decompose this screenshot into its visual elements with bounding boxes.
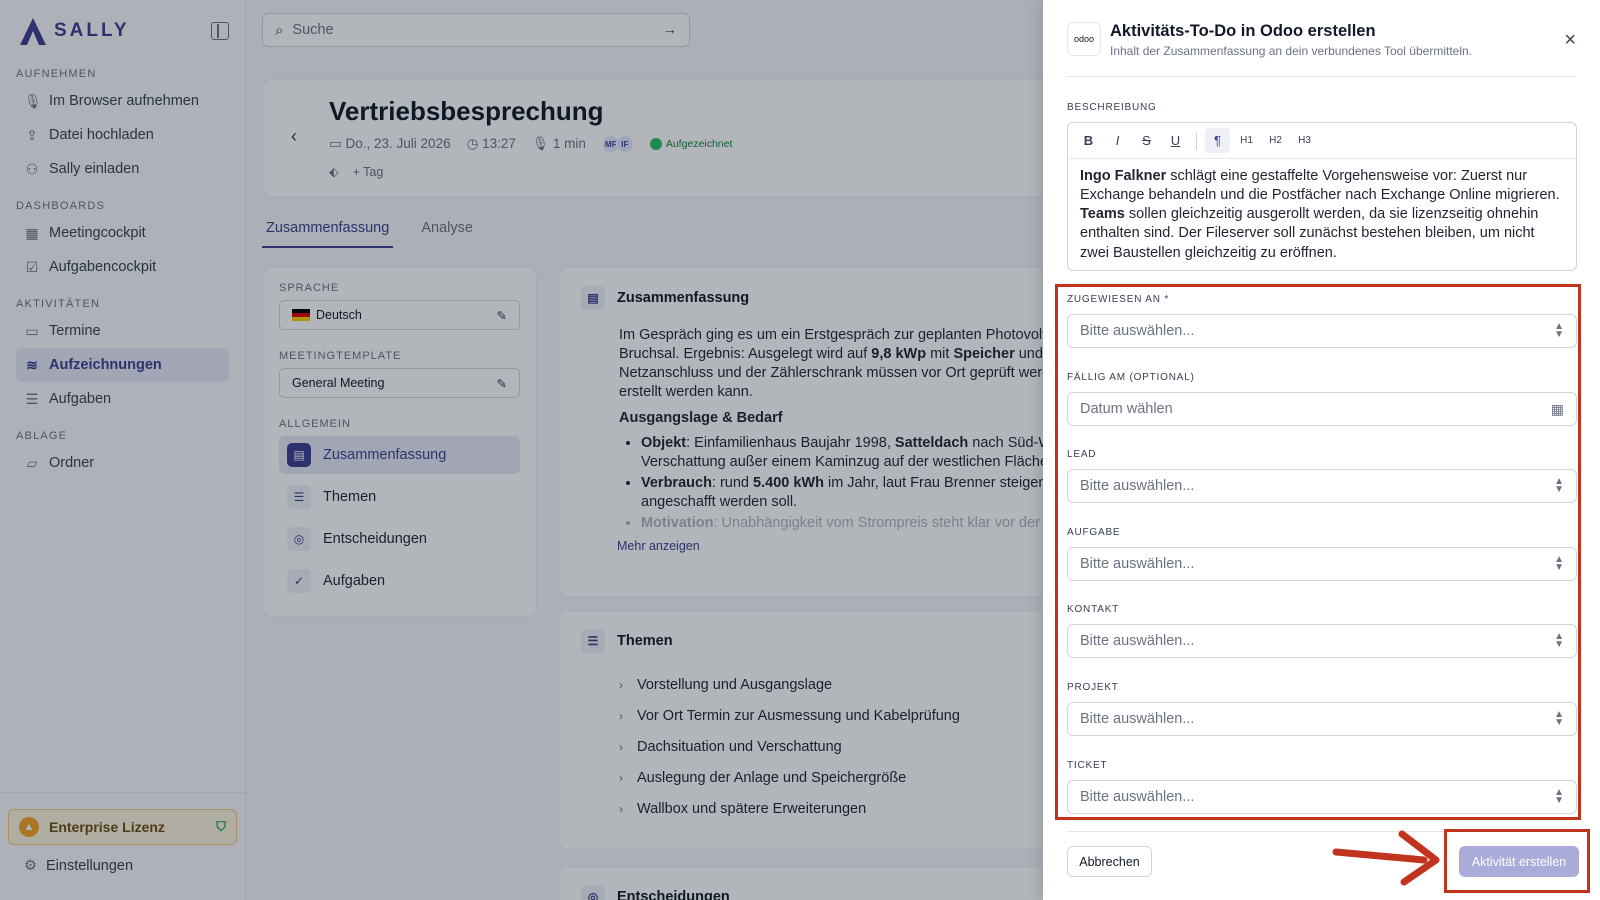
close-icon[interactable]: × — [1564, 30, 1576, 62]
fields-highlight-annotation — [1055, 284, 1581, 820]
button-highlight-annotation — [1444, 829, 1590, 893]
description-editor[interactable]: B I S U ¶ H1 H2 H3 Ingo Falkner schlägt … — [1067, 122, 1577, 271]
odoo-logo-icon: odoo — [1067, 22, 1101, 56]
description-text[interactable]: Ingo Falkner schlägt eine gestaffelte Vo… — [1068, 159, 1576, 271]
cancel-button[interactable]: Abbrechen — [1067, 846, 1152, 877]
heading-2-icon[interactable]: H2 — [1263, 128, 1288, 153]
drawer-title: Aktivitäts-To-Do in Odoo erstellen — [1110, 22, 1376, 40]
heading-1-icon[interactable]: H1 — [1234, 128, 1259, 153]
modal-backdrop[interactable] — [0, 0, 1043, 900]
heading-3-icon[interactable]: H3 — [1292, 128, 1317, 153]
strikethrough-icon[interactable]: S — [1134, 128, 1159, 153]
bold-icon[interactable]: B — [1076, 128, 1101, 153]
toolbar-separator — [1196, 131, 1197, 150]
drawer-subtitle: Inhalt der Zusammenfassung an dein verbu… — [1110, 44, 1472, 58]
drawer-header: odoo Aktivitäts-To-Do in Odoo erstellen … — [1067, 22, 1576, 62]
italic-icon[interactable]: I — [1105, 128, 1130, 153]
editor-toolbar: B I S U ¶ H1 H2 H3 — [1068, 123, 1576, 159]
divider — [1067, 76, 1576, 77]
arrow-annotation-icon — [1332, 830, 1440, 886]
description-label: BESCHREIBUNG — [1067, 102, 1157, 113]
underline-icon[interactable]: U — [1163, 128, 1188, 153]
paragraph-icon[interactable]: ¶ — [1205, 128, 1230, 153]
